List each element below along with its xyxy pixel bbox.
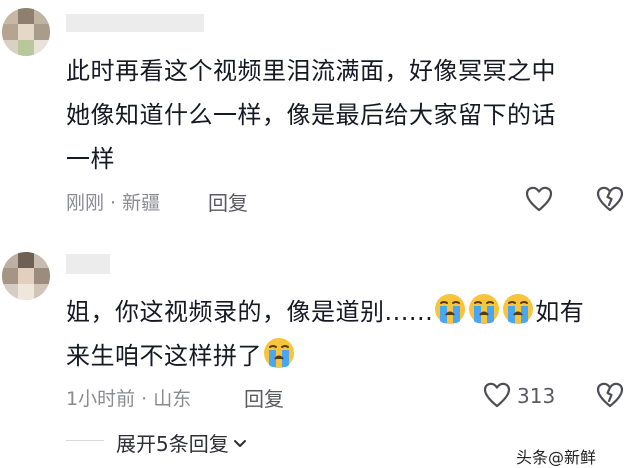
username-redacted[interactable]	[66, 254, 110, 274]
comment-text: 此时再看这个视频里泪流满面，好像冥冥之中 她像知道什么一样，像是最后给大家留下的…	[66, 49, 626, 181]
expand-replies-button[interactable]: 展开5条回复	[116, 428, 248, 457]
watermark: 头条@新鲜	[516, 448, 597, 467]
comment-meta: 刚刚 · 新疆	[66, 192, 161, 214]
broken-heart-icon[interactable]	[596, 382, 624, 408]
comment-line: 来生咱不这样拼了	[66, 342, 262, 370]
comment-line: 一样	[66, 145, 115, 173]
expand-replies-label: 展开5条回复	[116, 432, 229, 456]
crying-face-icon	[435, 294, 466, 324]
comment-text: 姐，你这视频录的，像是道别...... 如有 来生咱不这样拼了	[66, 290, 636, 378]
like-count: 313	[517, 384, 556, 408]
comment-text-part: 姐，你这视频录的，像是道别......	[66, 298, 434, 326]
divider	[66, 440, 104, 441]
heart-icon[interactable]	[525, 186, 553, 212]
comment-text-part: 如有	[535, 298, 585, 326]
comment-line: 此时再看这个视频里泪流满面，好像冥冥之中	[66, 57, 556, 85]
broken-heart-icon[interactable]	[596, 186, 624, 212]
avatar[interactable]	[2, 8, 50, 56]
heart-icon[interactable]	[483, 382, 511, 408]
comment-line: 她像知道什么一样，像是最后给大家留下的话	[66, 101, 556, 129]
avatar[interactable]	[2, 252, 50, 300]
comment-meta: 1小时前 · 山东	[66, 388, 192, 410]
reply-button[interactable]: 回复	[208, 187, 248, 216]
crying-face-icon	[503, 294, 534, 324]
chevron-down-icon	[233, 440, 246, 447]
reply-button[interactable]: 回复	[244, 383, 284, 412]
crying-face-icon	[469, 294, 500, 324]
crying-face-icon	[264, 338, 294, 368]
username-redacted[interactable]	[66, 14, 204, 32]
